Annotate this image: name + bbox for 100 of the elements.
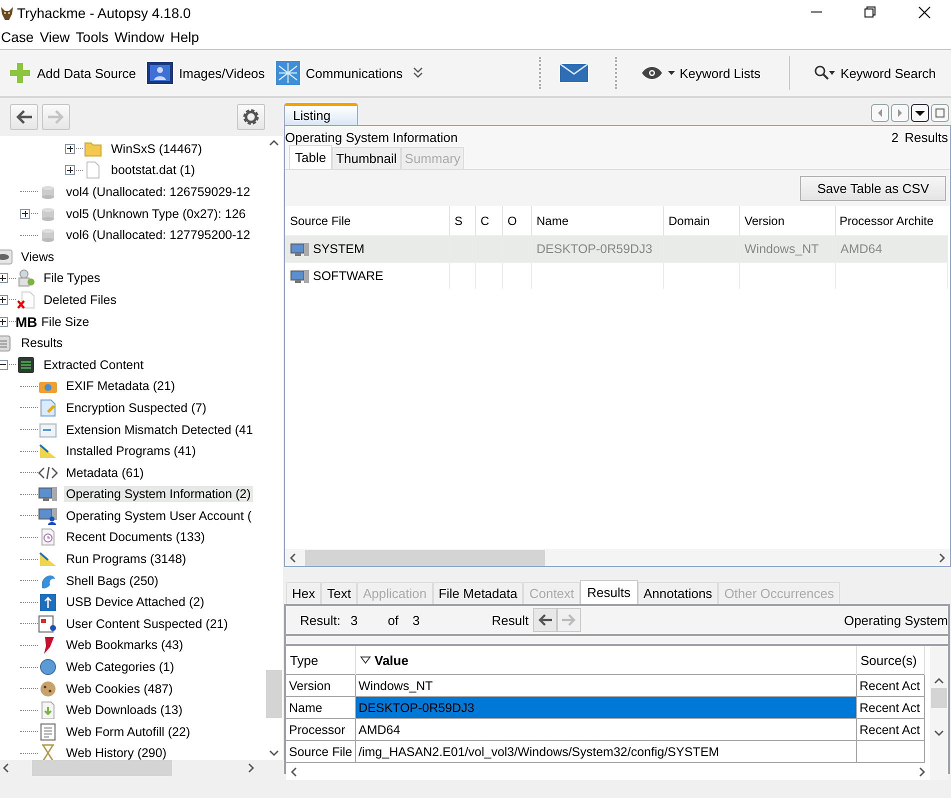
file-types-icon [16, 269, 36, 288]
network-icon [274, 60, 301, 86]
table-cell: Windows_NT [355, 674, 856, 696]
expand-toggle-icon[interactable] [0, 273, 8, 284]
tree-item[interactable]: vol4 (Unallocated: 126759029-12 [64, 184, 252, 200]
toolbar-button[interactable]: Images/Videos [144, 60, 267, 86]
toolbar-button[interactable]: Keyword Lists [638, 66, 763, 80]
close-icon[interactable] [916, 5, 932, 20]
column-header[interactable]: Source(s) [856, 646, 924, 674]
viewer-tab[interactable]: Annotations [638, 582, 718, 604]
tree-item[interactable]: Views [19, 248, 56, 265]
tree-item[interactable]: User Content Suspected (21) [64, 616, 230, 632]
scrollbar-thumb[interactable] [32, 760, 172, 776]
table-cell: SYSTEM [313, 242, 364, 256]
result-label: Result: [300, 612, 340, 628]
tree-item[interactable]: EXIF Metadata (21) [64, 378, 178, 394]
tree-item[interactable]: Extension Mismatch Detected (41 [64, 422, 255, 438]
tree-item[interactable]: Metadata (61) [64, 464, 146, 481]
toolbar-button[interactable]: Communications [272, 60, 405, 86]
table-cell: DESKTOP-0R59DJ3 [355, 696, 856, 718]
double-chevron-icon [412, 67, 423, 79]
tree-item[interactable]: Recent Documents (133) [64, 529, 207, 546]
artifact-type-label: Operating System [844, 612, 948, 628]
column-header[interactable]: Type [286, 646, 355, 674]
previous-result-button[interactable] [532, 608, 557, 632]
tree-item[interactable]: Shell Bags (250) [64, 572, 160, 589]
dropdown-icon[interactable] [911, 104, 929, 122]
document-key-icon [38, 398, 58, 417]
tree-item[interactable]: WinSxS (14467) [109, 140, 204, 157]
restore-icon[interactable] [862, 5, 878, 20]
back-arrow-icon [15, 109, 33, 125]
tree-item[interactable]: Web Form Autofill (22) [64, 724, 192, 740]
tree-item[interactable]: File Types [42, 270, 102, 286]
view-tab[interactable]: Thumbnail [332, 147, 401, 169]
toolbar-button[interactable]: Keyword Search [812, 65, 938, 81]
tree-item[interactable]: Run Programs (3148) [64, 551, 188, 568]
tree-item[interactable]: Web Bookmarks (43) [64, 637, 186, 654]
column-header[interactable]: Processor Archite [835, 206, 947, 236]
tree-item[interactable]: vol6 (Unallocated: 127795200-12 [64, 227, 252, 244]
tree-item[interactable]: Extracted Content [42, 356, 146, 373]
computer-icon [38, 485, 58, 504]
tree-item[interactable]: USB Device Attached (2) [64, 594, 206, 610]
toolbar-button[interactable]: Add Data Source [6, 61, 138, 85]
table-cell: SOFTWARE [313, 269, 384, 283]
globe-icon [38, 658, 58, 676]
tree-item[interactable]: Encryption Suspected (7) [64, 400, 208, 416]
result-count-label: Results [904, 130, 948, 145]
table-cell: Source File [289, 744, 352, 758]
viewer-tab[interactable]: Results [580, 580, 638, 604]
viewer-tab[interactable]: Hex [286, 582, 322, 604]
tree-item[interactable]: vol5 (Unknown Type (0x27): 126 [64, 206, 248, 222]
tree-item[interactable]: Results [19, 335, 65, 352]
tree-item[interactable]: Web Categories (1) [64, 659, 176, 676]
settings-button[interactable] [237, 104, 265, 130]
tree-item[interactable]: Web History (290) [64, 745, 168, 760]
save-table-button[interactable]: Save Table as CSV [800, 176, 946, 200]
expand-toggle-icon[interactable] [0, 316, 8, 327]
menu-item[interactable]: Tools [72, 29, 112, 45]
viewer-tab[interactable]: Text [321, 582, 357, 604]
back-arrow-icon [536, 613, 553, 627]
listing-tab[interactable]: Listing [284, 103, 358, 125]
deleted-file-icon [16, 290, 36, 309]
scrollbar-thumb[interactable] [931, 688, 947, 708]
back-button[interactable] [10, 104, 38, 130]
scroll-tabs-left-icon[interactable] [871, 104, 889, 122]
tree-item[interactable]: Deleted Files [42, 292, 118, 308]
menu-item[interactable]: Window [111, 29, 168, 45]
expand-toggle-icon[interactable] [20, 208, 30, 219]
tree-item[interactable]: Operating System Information (2) [64, 486, 253, 502]
photo-frame-icon [146, 60, 174, 86]
more-button[interactable] [410, 67, 425, 79]
table-cell: Version [289, 678, 331, 692]
expand-toggle-icon[interactable] [65, 165, 75, 176]
tree-item[interactable]: Operating System User Account ( [64, 508, 254, 524]
expand-toggle-icon[interactable] [0, 294, 8, 305]
viewer-tab[interactable]: File Metadata [432, 582, 524, 604]
tree-item[interactable]: bootstat.dat (1) [109, 162, 198, 178]
expand-toggle-icon[interactable] [0, 360, 8, 370]
view-tab[interactable]: Table [289, 145, 332, 169]
tree-item[interactable]: Installed Programs (41) [64, 443, 198, 460]
tree-item[interactable]: File Size [39, 314, 92, 330]
maximize-icon[interactable] [931, 104, 949, 122]
tree-item[interactable]: Web Cookies (487) [64, 680, 175, 697]
result-nav-label: Result [492, 612, 529, 628]
scrollbar-thumb[interactable] [266, 670, 282, 718]
menu-item[interactable]: Case [0, 29, 37, 45]
scrollbar-thumb[interactable] [305, 550, 545, 566]
triangle-ruler-icon [38, 550, 58, 568]
menu-item[interactable]: View [36, 29, 73, 45]
expand-toggle-icon[interactable] [65, 144, 75, 154]
app-logo-icon [0, 4, 14, 20]
extracted-content-icon [16, 356, 36, 374]
forward-arrow-icon [47, 109, 65, 125]
result-index: 3 [350, 612, 358, 628]
table-cell: AMD64 [840, 242, 882, 256]
result-total: 3 [412, 612, 420, 628]
column-header[interactable]: Value [355, 646, 856, 674]
form-icon [38, 722, 58, 741]
tree-item[interactable]: Web Downloads (13) [64, 702, 184, 718]
menu-item[interactable]: Help [167, 29, 202, 45]
